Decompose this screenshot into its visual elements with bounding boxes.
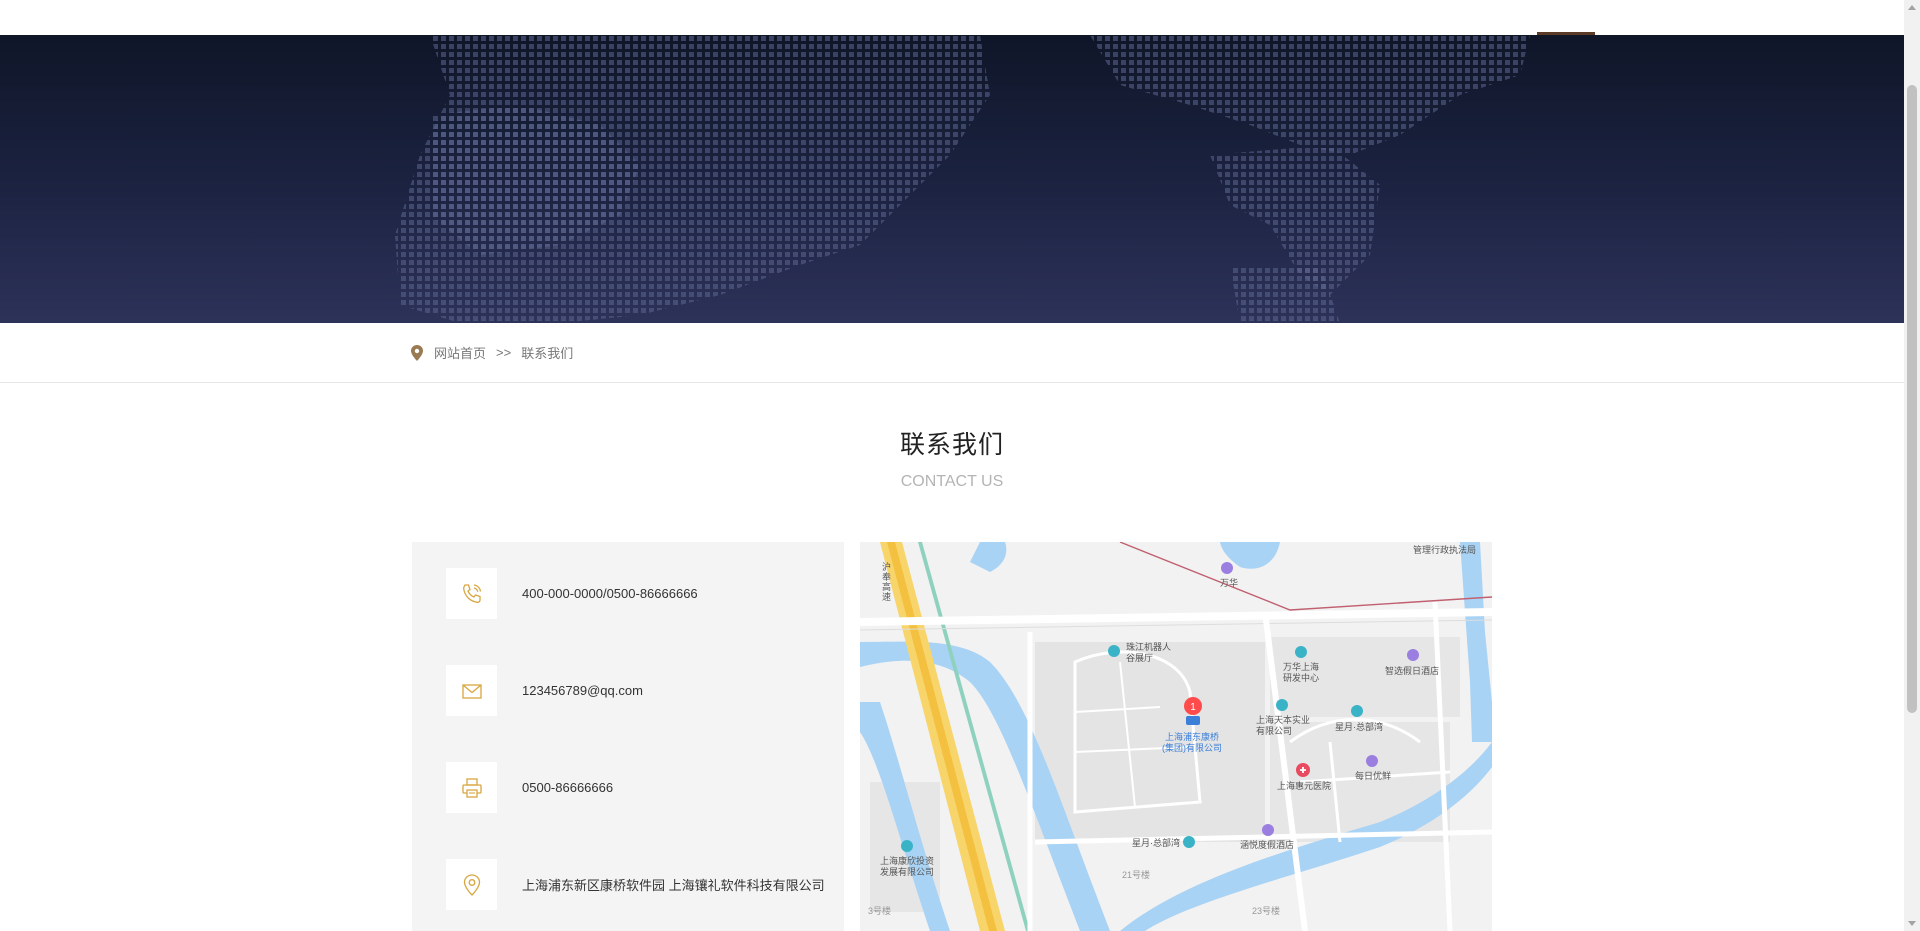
poi-marker[interactable]: [1351, 705, 1363, 717]
envelope-icon: [461, 683, 482, 699]
location-map[interactable]: 1 沪 奉 高 速 万华 管理行政执法局 珠江机器人 谷展厅 万华上海 研发中心…: [860, 542, 1492, 931]
top-navbar: [0, 0, 1904, 35]
address-icon-box: [446, 859, 497, 910]
location-pin-icon: [411, 344, 423, 361]
poi-marker[interactable]: [1366, 755, 1378, 767]
breadcrumb: 网站首页 >> 联系我们: [0, 323, 1904, 383]
phone-icon-box: [446, 568, 497, 619]
page-subtitle: CONTACT US: [900, 473, 1004, 490]
poi-marker[interactable]: [1108, 645, 1120, 657]
breadcrumb-separator: >>: [496, 345, 512, 360]
printer-icon: [461, 777, 482, 798]
map-label-target[interactable]: 上海浦东康桥 (集团)有限公司: [1162, 732, 1222, 754]
scrollbar-thumb[interactable]: [1907, 85, 1917, 713]
page-scrollbar[interactable]: [1904, 0, 1920, 931]
contact-fax: 0500-86666666: [522, 780, 614, 795]
map-label-guanli: 管理行政执法局: [1413, 545, 1477, 555]
world-map-graphic: [395, 35, 1530, 323]
contact-email: 123456789@qq.com: [522, 683, 643, 698]
contact-fax-row: 0500-86666666: [446, 762, 613, 813]
phone-icon: [462, 583, 481, 603]
breadcrumb-current-link[interactable]: 联系我们: [521, 343, 573, 362]
map-label-wanhua: 万华: [1220, 578, 1239, 588]
contact-phone-row: 400-000-0000/0500-86666666: [446, 568, 698, 619]
poi-marker[interactable]: [1183, 836, 1195, 848]
poi-marker[interactable]: [1407, 649, 1419, 661]
poi-marker[interactable]: [901, 840, 913, 852]
poi-marker[interactable]: [1262, 824, 1274, 836]
contact-phone: 400-000-0000/0500-86666666: [522, 586, 698, 601]
contact-address-row: 上海浦东新区康桥软件园 上海镶礼软件科技有限公司: [446, 859, 825, 910]
map-label-meiri: 每日优鲜: [1355, 771, 1392, 781]
map-label-zhixuan: 智选假日酒店: [1385, 666, 1440, 676]
contact-email-row: 123456789@qq.com: [446, 665, 643, 716]
map-label-road: 沪 奉 高 速: [882, 562, 892, 602]
map-label-zhujiang: 珠江机器人 谷展厅: [1126, 642, 1172, 663]
map-label-xingyue2: 星月·总部湾: [1132, 838, 1180, 848]
target-marker-number: 1: [1190, 702, 1196, 713]
scroll-down-arrow-icon[interactable]: [1908, 921, 1916, 926]
map-label-tianben: 上海天本实业 有限公司: [1256, 715, 1311, 736]
map-label-hanyue: 涵悦度假酒店: [1240, 840, 1295, 850]
breadcrumb-home-link[interactable]: 网站首页: [434, 343, 486, 362]
section-heading: 联系我们 CONTACT US: [0, 425, 1904, 491]
map-label-no23: 23号楼: [1252, 906, 1281, 916]
contact-address: 上海浦东新区康桥软件园 上海镶礼软件科技有限公司: [522, 878, 825, 893]
poi-marker[interactable]: [1295, 646, 1307, 658]
map-label-kangxin: 上海康欣投资 发展有限公司: [880, 856, 935, 877]
email-icon-box: [446, 665, 497, 716]
fax-icon-box: [446, 762, 497, 813]
hero-banner: [0, 35, 1904, 323]
map-label-wanhua-center: 万华上海 研发中心: [1283, 662, 1320, 683]
map-label-no3: 3号楼: [868, 906, 892, 916]
poi-marker[interactable]: [1276, 699, 1288, 711]
page-title: 联系我们: [899, 431, 1004, 459]
location-pin-icon: [463, 873, 480, 896]
contact-info-panel: 400-000-0000/0500-86666666 123456789@qq.…: [412, 542, 844, 931]
map-label-xingyue: 星月·总部湾: [1335, 722, 1383, 732]
map-label-no21: 21号楼: [1122, 870, 1151, 880]
map-label-huiyuan: 上海惠元医院: [1277, 781, 1332, 791]
scroll-up-arrow-icon[interactable]: [1908, 5, 1916, 10]
poi-marker[interactable]: [1221, 562, 1233, 574]
